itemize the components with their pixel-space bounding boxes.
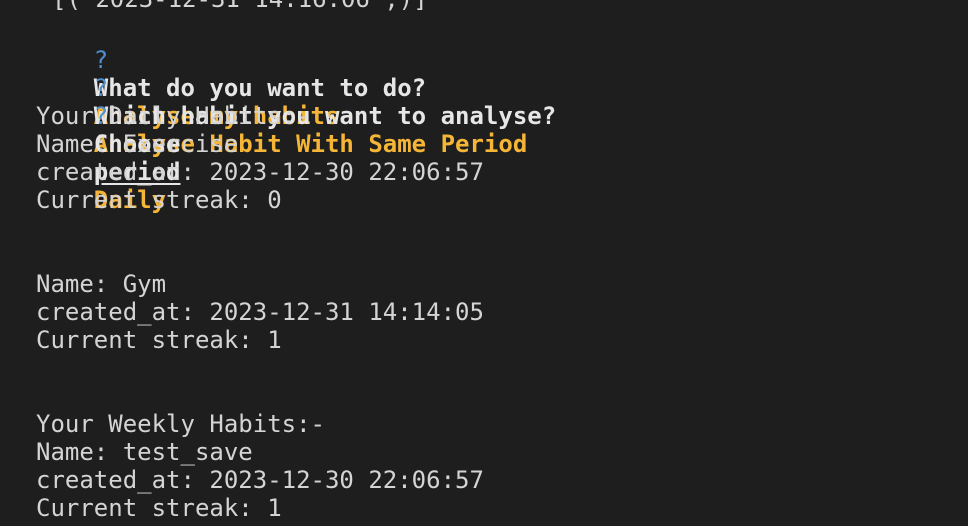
terminal-window[interactable]: [('2023-12-31 14:16:06',)] ? What do you… (0, 0, 968, 526)
habit-created-at: created_at: 2023-12-31 14:14:05 (36, 298, 484, 326)
habit-created-at: created_at: 2023-12-30 22:06:57 (36, 158, 484, 186)
habit-name: Name: Gym (36, 270, 167, 298)
habit-current-streak: Current streak: 1 (36, 494, 282, 522)
weekly-habits-heading: Your Weekly Habits:- (36, 410, 325, 438)
habit-name: Name: test_save (36, 438, 253, 466)
daily-habits-heading: Your Daily Habits:- (36, 102, 311, 130)
habit-name: Name: Exercise (36, 130, 239, 158)
prompt-line-period: ? Choose period Daily (0, 74, 181, 214)
previous-output-line: [('2023-12-31 14:16:06',)] (52, 0, 428, 13)
habit-current-streak: Current streak: 0 (36, 186, 282, 214)
prompt-line-action: ? What do you want to do? Analyse my hab… (0, 18, 426, 130)
prompt-line-habit: ? Which habit you want to analyse? Analy… (0, 46, 556, 158)
habit-created-at: created_at: 2023-12-30 22:06:57 (36, 466, 484, 494)
habit-current-streak: Current streak: 1 (36, 326, 282, 354)
